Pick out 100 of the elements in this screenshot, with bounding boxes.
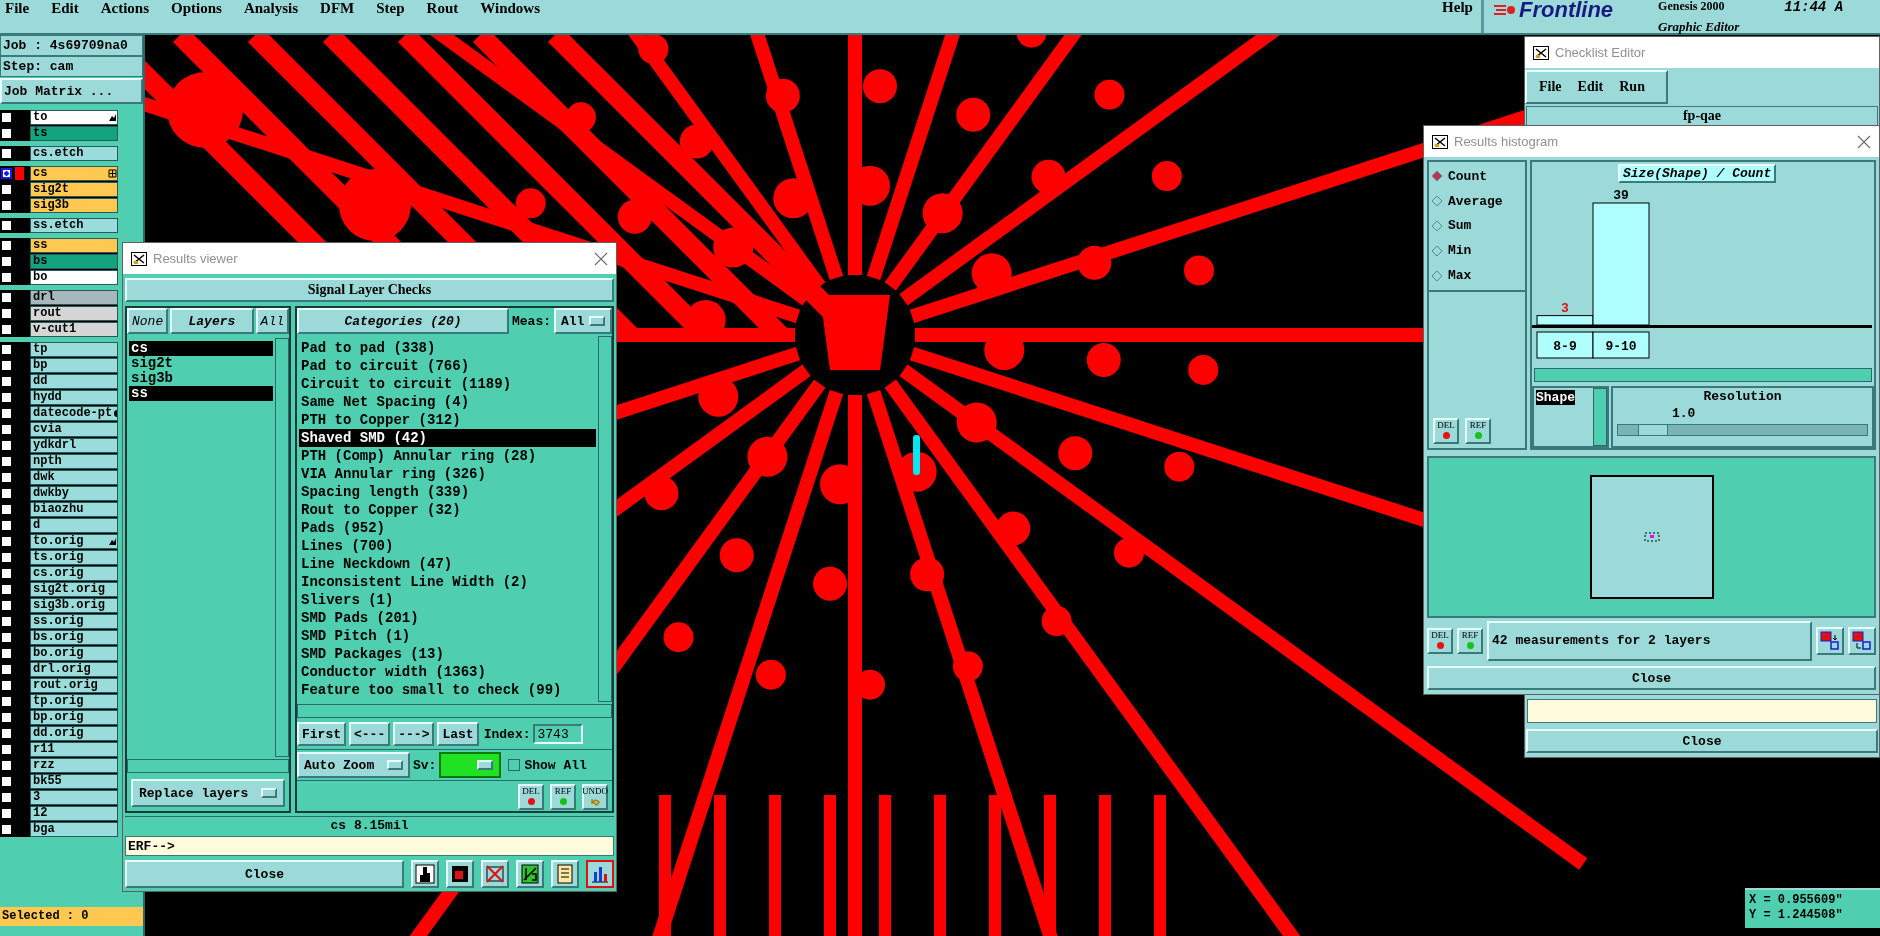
layer-name[interactable]: dwk [30,470,118,485]
layer-name[interactable]: rzz [30,758,118,773]
layer-name[interactable]: biaozhu [30,502,118,517]
category-item[interactable]: PTH to Copper (312) [299,411,596,429]
menu-item[interactable]: Windows [480,0,540,16]
layer-name[interactable]: tp [30,342,118,357]
layer-list-item[interactable]: sig3b [129,371,273,386]
replace-layers-dropdown[interactable]: Replace layers [131,779,285,808]
layer-name[interactable]: ts [30,126,118,141]
tool-button[interactable]: DEL [1433,418,1459,444]
layer-name[interactable]: ss.orig [30,614,118,629]
radio-option[interactable]: Average [1431,190,1523,212]
layer-name[interactable]: cvia [30,422,118,437]
category-item[interactable]: Inconsistent Line Width (2) [299,573,596,591]
menu-item[interactable]: Edit [1577,79,1604,95]
command-field[interactable]: ERF--> [125,836,614,857]
category-item[interactable]: Pad to pad (338) [299,339,596,357]
menu-item[interactable]: Step [376,0,405,16]
layer-name[interactable]: bk55 [30,774,118,789]
layer-name[interactable]: bp [30,358,118,373]
menu-item[interactable]: Run [1619,79,1645,95]
menu-item[interactable]: File [1539,79,1562,95]
category-item[interactable]: SMD Packages (13) [299,645,596,663]
layer-name[interactable]: 3 [30,790,118,805]
category-item[interactable]: VIA Annular ring (326) [299,465,596,483]
layer-name[interactable]: ts.orig [30,550,118,565]
close-button[interactable]: Close [1526,729,1878,753]
layer-name[interactable]: cs [30,166,118,181]
category-item[interactable]: Line Neckdown (47) [299,555,596,573]
layer-name[interactable]: npth [30,454,118,469]
layer-name[interactable]: dd.orig [30,726,118,741]
nav-button[interactable]: Last [437,722,479,747]
layer-name[interactable]: sig2t.orig [30,582,118,597]
category-item[interactable]: Rout to Copper (32) [299,501,596,519]
zoom-mode-dropdown[interactable]: Auto Zoom [297,752,410,779]
category-item[interactable]: Pads (952) [299,519,596,537]
layer-name[interactable]: drl [30,290,118,305]
menu-item[interactable]: DFM [320,0,355,16]
layer-name[interactable]: drl.orig [30,662,118,677]
category-item[interactable]: Same Net Spacing (4) [299,393,596,411]
layer-name[interactable]: d [30,518,118,533]
category-item[interactable]: Spacing length (339) [299,483,596,501]
close-button[interactable]: Close [125,860,404,889]
layer-name[interactable]: dwkby [30,486,118,501]
menu-item[interactable]: Analysis [243,0,299,16]
layer-name[interactable]: sig2t [30,182,118,197]
menu-item[interactable]: Options [171,0,222,16]
layer-name[interactable]: sig3b.orig [30,598,118,613]
layer-name[interactable]: tp.orig [30,694,118,709]
category-item[interactable]: Circuit to circuit (1189) [299,375,596,393]
layer-list-item[interactable]: ss [129,386,273,401]
tool-button[interactable]: REF [1457,628,1483,654]
layer-list-item[interactable]: sig2t [129,356,273,371]
menu-item[interactable]: File [5,0,30,16]
layer-name[interactable]: bs.orig [30,630,118,645]
layer-name[interactable]: bs [30,254,118,269]
close-button[interactable]: Close [1427,666,1876,690]
tool-button[interactable]: REF [550,784,576,811]
layer-filter-button[interactable]: Layers [170,308,254,334]
tool-button[interactable]: DEL [1427,628,1453,654]
tool-button[interactable]: DEL [518,784,544,811]
layer-name[interactable]: ss.etch [30,218,118,233]
category-item[interactable]: Lines (700) [299,537,596,555]
layer-name[interactable]: hydd [30,390,118,405]
layer-name[interactable]: bo [30,270,118,285]
attribute-item[interactable]: Shape [1536,390,1575,405]
menu-item[interactable]: Edit [51,0,79,16]
show-all-checkbox[interactable]: Show All [508,757,587,773]
layer-name[interactable]: to.orig [30,534,118,549]
layer-name[interactable]: sig3b [30,198,118,213]
layer-name[interactable]: dd [30,374,118,389]
radio-option[interactable]: Min [1431,240,1523,262]
layer-filter-button[interactable]: All [255,308,289,334]
categories-button[interactable]: Categories (20) [297,308,509,334]
layer-name[interactable]: to [30,110,118,125]
category-item[interactable]: Feature too small to check (99) [299,681,596,699]
layer-name[interactable]: cs.orig [30,566,118,581]
layer-filter-button[interactable]: None [127,308,169,334]
nav-button[interactable]: First [297,722,346,747]
nav-button[interactable]: <--- [349,722,391,747]
layer-name[interactable]: bga [30,822,118,837]
category-item[interactable]: Shaved SMD (42) [299,429,596,447]
category-item[interactable]: Pad to circuit (766) [299,357,596,375]
category-item[interactable]: SMD Pads (201) [299,609,596,627]
category-item[interactable]: Slivers (1) [299,591,596,609]
layer-name[interactable]: rout.orig [30,678,118,693]
layer-name[interactable]: rout [30,306,118,321]
job-matrix-button[interactable]: Job Matrix ... [0,78,143,104]
index-field[interactable]: 3743 [533,724,584,745]
layer-name[interactable]: datecode-pt [30,406,118,421]
tool-button[interactable]: UNDO [582,784,608,811]
layer-name[interactable]: bp.orig [30,710,118,725]
layer-list-item[interactable]: cs [129,341,273,356]
radio-option[interactable]: Max [1431,265,1523,286]
category-item[interactable]: PTH (Comp) Annular ring (28) [299,447,596,465]
layer-name[interactable]: cs.etch [30,146,118,161]
layer-name[interactable]: r11 [30,742,118,757]
category-item[interactable]: SMD Pitch (1) [299,627,596,645]
nav-button[interactable]: ---> [393,722,435,747]
radio-option[interactable]: Count [1431,166,1523,187]
